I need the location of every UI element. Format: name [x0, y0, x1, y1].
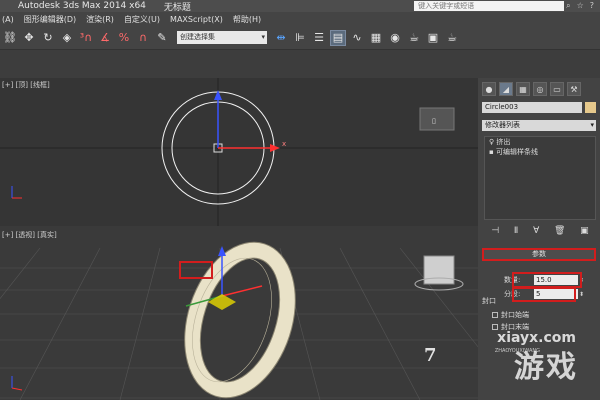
document-title: 无标题	[163, 2, 191, 13]
menu-item-maxscript[interactable]: MAXScript(X)	[170, 15, 223, 24]
display-tab-icon[interactable]: ▭	[550, 82, 564, 96]
stack-tools: ⊣ Ⅱ ∀ 🗑 ▣	[484, 226, 596, 238]
viewcube-top	[419, 107, 455, 131]
viewcube-persp	[423, 255, 455, 285]
modifier-list-dropdown[interactable]: 修改器列表	[482, 120, 596, 131]
create-tab-icon[interactable]: ●	[482, 82, 496, 96]
star-icon[interactable]: ☆	[577, 1, 584, 11]
spinner-snap-icon[interactable]: ∩	[135, 30, 151, 46]
stack-item-extrude[interactable]: ♀ 挤出	[485, 137, 595, 147]
cap-start-label: 封口始端	[501, 311, 529, 319]
cap-end-checkbox[interactable]: 封口末端	[492, 322, 529, 332]
snap-3d-icon[interactable]: ³∩	[78, 30, 94, 46]
main-toolbar: ⛓ ✥ ↻ ◈ ³∩ ∡ % ∩ ✎ 创建选择集 ⇹ ⊫ ☰ ▤ ∿ ▦ ◉ ☕…	[0, 26, 600, 50]
gizmo-y-arrow	[214, 90, 222, 100]
mirror-icon[interactable]: ⇹	[273, 30, 289, 46]
segments-spinner-icon[interactable]: ⬍	[579, 289, 584, 301]
extruded-ring	[184, 241, 296, 399]
binoculars-icon[interactable]: ⌕	[566, 1, 570, 11]
curve-editor-icon[interactable]: ∿	[349, 30, 365, 46]
menu-item-help[interactable]: 帮助(H)	[233, 14, 261, 25]
modifier-stack: ♀ 挤出 ▪ 可编辑样条线	[484, 136, 596, 220]
top-viewport-label[interactable]: [+] [顶] [线框]	[2, 80, 50, 90]
ribbon-strip	[0, 50, 600, 78]
stack-item-label: 挤出	[496, 138, 511, 146]
layer-manager-icon[interactable]: ☰	[311, 30, 327, 46]
capping-section-label: 封口	[482, 297, 496, 305]
parameters-rollout-header[interactable]: 参数	[482, 248, 596, 261]
show-end-result-icon[interactable]: Ⅱ	[514, 226, 518, 238]
menu-item-a[interactable]: (A)	[2, 15, 14, 24]
schematic-view-icon[interactable]: ▦	[368, 30, 384, 46]
configure-sets-icon[interactable]: ▣	[580, 226, 589, 238]
expand-icon[interactable]: ▪	[489, 148, 494, 156]
select-scale-icon[interactable]: ◈	[59, 30, 75, 46]
align-icon[interactable]: ⊫	[292, 30, 308, 46]
perspective-viewport[interactable]: [+] [透视] [真实]	[0, 228, 478, 400]
search-input[interactable]: 键入关键字或短语	[414, 1, 565, 11]
menu-item-graph-editors[interactable]: 图形编辑器(D)	[24, 14, 76, 25]
modify-tab-icon[interactable]: ◢	[499, 82, 513, 96]
select-move-icon[interactable]: ✥	[21, 30, 37, 46]
edit-named-selection-icon[interactable]: ✎	[154, 30, 170, 46]
ribbon-icon[interactable]: ▤	[330, 29, 346, 46]
menu-bar: (A) 图形编辑器(D) 渲染(R) 自定义(U) MAXScript(X) 帮…	[0, 12, 600, 26]
perspective-viewport-canvas	[0, 241, 478, 400]
highlight-box-amount	[512, 272, 582, 288]
cap-end-label: 封口末端	[501, 323, 529, 331]
material-editor-icon[interactable]: ◉	[387, 30, 403, 46]
cap-start-checkbox[interactable]: 封口始端	[492, 310, 529, 320]
link-icon[interactable]: ⛓	[2, 30, 18, 46]
checkbox-icon[interactable]	[492, 312, 498, 318]
angle-snap-icon[interactable]: ∡	[97, 30, 113, 46]
object-name-field[interactable]: Circle003	[482, 102, 582, 113]
viewcube-top-glyph: ▯	[432, 117, 436, 125]
stack-item-editable-spline[interactable]: ▪ 可编辑样条线	[485, 147, 595, 157]
object-color-swatch[interactable]	[585, 102, 596, 113]
checkbox-icon[interactable]	[492, 324, 498, 330]
rendered-frame-icon[interactable]: ▣	[425, 30, 441, 46]
render-setup-icon[interactable]: ☕	[406, 30, 422, 46]
gizmo-x-label: x	[282, 140, 286, 148]
persp-gizmo-z-arrow	[218, 246, 226, 256]
menu-item-rendering[interactable]: 渲染(R)	[86, 14, 114, 25]
stack-item-label: 可编辑样条线	[495, 148, 538, 156]
title-bar: Autodesk 3ds Max 2014 x64 无标题 键入关键字或短语 ⌕…	[0, 0, 600, 13]
make-unique-icon[interactable]: ∀	[533, 226, 539, 238]
render-production-icon[interactable]: ☕	[444, 30, 460, 46]
hierarchy-tab-icon[interactable]: ▦	[516, 82, 530, 96]
select-rotate-icon[interactable]: ↻	[40, 30, 56, 46]
gizmo-x-arrow	[270, 144, 280, 152]
command-panel: ● ◢ ▦ ◎ ▭ ⚒ Circle003 修改器列表 ♀ 挤出 ▪ 可编辑样条…	[478, 78, 600, 400]
lightbulb-icon[interactable]: ♀	[489, 138, 494, 146]
remove-modifier-icon[interactable]: 🗑	[554, 226, 565, 238]
persp-tripod-x	[11, 387, 23, 391]
top-viewport[interactable]: x ▯ [+] [顶] [线框]	[0, 78, 478, 226]
utilities-tab-icon[interactable]: ⚒	[567, 82, 581, 96]
app-title: Autodesk 3ds Max 2014 x64	[18, 1, 146, 11]
percent-snap-icon[interactable]: %	[116, 30, 132, 46]
pin-stack-icon[interactable]: ⊣	[491, 226, 499, 238]
top-viewport-canvas: x ▯	[0, 78, 478, 226]
perspective-viewport-label[interactable]: [+] [透视] [真实]	[2, 230, 57, 240]
selection-set-dropdown[interactable]: 创建选择集	[177, 31, 267, 44]
motion-tab-icon[interactable]: ◎	[533, 82, 547, 96]
highlight-box-segments	[512, 287, 576, 302]
menu-item-customize[interactable]: 自定义(U)	[124, 14, 160, 25]
help-icon[interactable]: ?	[590, 1, 594, 11]
